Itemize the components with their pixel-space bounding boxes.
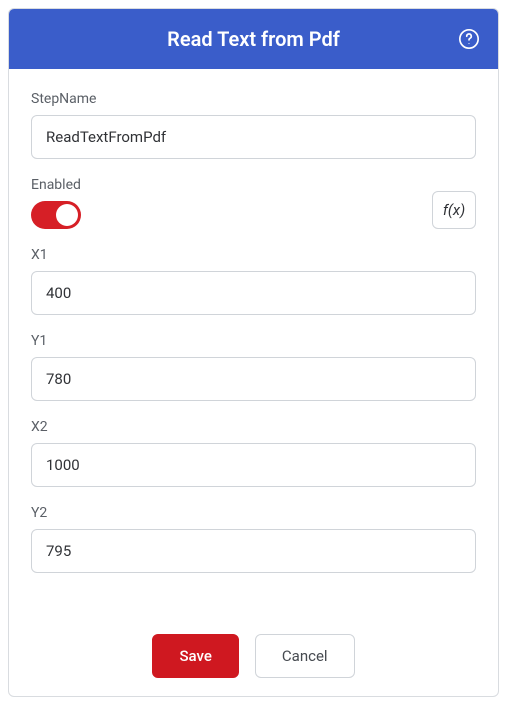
stepname-input[interactable] xyxy=(31,115,476,159)
save-button[interactable]: Save xyxy=(152,634,238,678)
help-icon[interactable] xyxy=(458,28,480,50)
fx-button[interactable]: f(x) xyxy=(432,191,476,229)
dialog-card: Read Text from Pdf StepName Enabled f(x) xyxy=(8,8,499,697)
dialog-footer: Save Cancel xyxy=(31,624,476,678)
dialog-header: Read Text from Pdf xyxy=(9,9,498,69)
field-stepname: StepName xyxy=(31,91,476,159)
field-enabled: Enabled f(x) xyxy=(31,177,476,229)
enabled-toggle[interactable] xyxy=(31,201,81,229)
field-x1: X1 xyxy=(31,247,476,315)
cancel-button[interactable]: Cancel xyxy=(255,634,355,678)
y1-input[interactable] xyxy=(31,357,476,401)
dialog-body: StepName Enabled f(x) X1 Y1 X2 Y2 xyxy=(9,69,498,696)
toggle-knob xyxy=(56,204,78,226)
field-y2: Y2 xyxy=(31,505,476,573)
stepname-label: StepName xyxy=(31,91,476,107)
field-x2: X2 xyxy=(31,419,476,487)
y2-label: Y2 xyxy=(31,505,476,521)
field-y1: Y1 xyxy=(31,333,476,401)
y1-label: Y1 xyxy=(31,333,476,349)
x2-input[interactable] xyxy=(31,443,476,487)
x2-label: X2 xyxy=(31,419,476,435)
enabled-label: Enabled xyxy=(31,177,432,193)
y2-input[interactable] xyxy=(31,529,476,573)
x1-label: X1 xyxy=(31,247,476,263)
x1-input[interactable] xyxy=(31,271,476,315)
dialog-title: Read Text from Pdf xyxy=(167,27,340,51)
